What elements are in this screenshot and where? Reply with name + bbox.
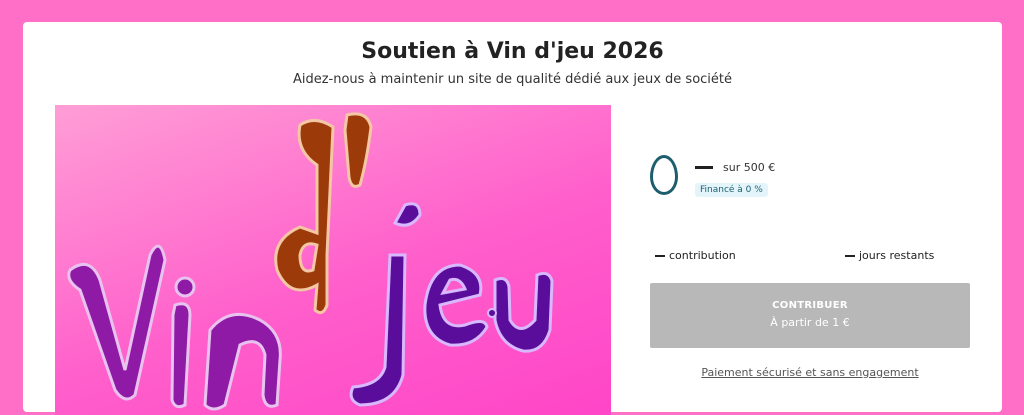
funded-percent-badge: Financé à 0 %	[695, 183, 768, 197]
days-count-placeholder	[845, 255, 855, 257]
page-title: Soutien à Vin d'jeu 2026	[361, 39, 664, 64]
days-label: jours restants	[859, 249, 935, 262]
contribute-button[interactable]: CONTRIBUER À partir de 1 €	[650, 283, 970, 348]
contribute-button-sublabel: À partir de 1 €	[770, 316, 850, 329]
vin-djeu-logo	[67, 112, 554, 411]
contribute-button-label: CONTRIBUER	[772, 300, 848, 311]
amount-placeholder	[695, 166, 713, 169]
campaign-card: Soutien à Vin d'jeu 2026 Aidez-nous à ma…	[23, 22, 1002, 415]
contributions-stat: contribution	[655, 249, 736, 262]
goal-amount: sur 500 €	[723, 161, 776, 174]
contributions-label: contribution	[669, 249, 736, 262]
page-subtitle: Aidez-nous à maintenir un site de qualit…	[292, 72, 733, 87]
egg-goal-icon	[650, 155, 678, 195]
days-remaining-stat: jours restants	[845, 249, 934, 262]
contributions-count-placeholder	[655, 255, 665, 257]
hero-logo-image	[55, 105, 611, 415]
secure-payment-link[interactable]: Paiement sécurisé et sans engagement	[650, 366, 970, 379]
